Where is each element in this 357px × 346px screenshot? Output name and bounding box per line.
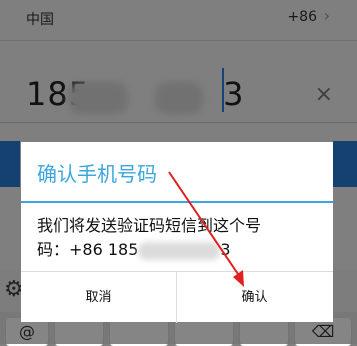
annotation-arrow (168, 171, 244, 287)
